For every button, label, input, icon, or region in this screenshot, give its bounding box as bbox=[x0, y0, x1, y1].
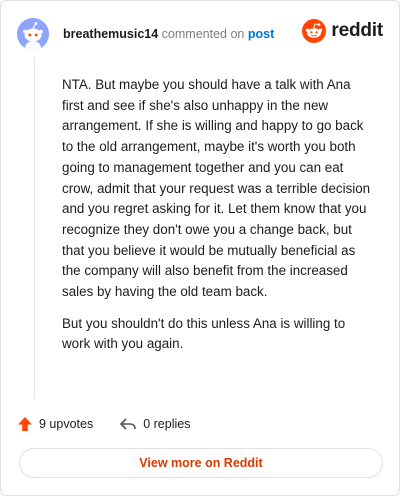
reddit-comment-embed: breathemusic14 commented on post reddit … bbox=[0, 0, 400, 496]
snoo-avatar-icon bbox=[17, 18, 49, 50]
thread-line bbox=[34, 57, 35, 399]
user-avatar[interactable] bbox=[17, 18, 49, 50]
reddit-brand[interactable]: reddit bbox=[302, 19, 383, 43]
upvote-button[interactable]: 9 upvotes bbox=[17, 416, 93, 432]
comment-header: breathemusic14 commented on post reddit bbox=[17, 17, 383, 51]
upvote-arrow-icon bbox=[18, 417, 32, 431]
reddit-wordmark: reddit bbox=[331, 20, 383, 41]
username-link[interactable]: breathemusic14 bbox=[63, 27, 158, 41]
view-more-button[interactable]: View more on Reddit bbox=[19, 448, 383, 478]
commented-on-text: commented on bbox=[161, 27, 245, 41]
post-link[interactable]: post bbox=[248, 27, 274, 41]
replies-button[interactable]: 0 replies bbox=[119, 416, 190, 432]
reddit-logo-icon bbox=[302, 19, 327, 43]
upvote-count: 9 upvotes bbox=[39, 417, 94, 431]
comment-paragraph: NTA. But maybe you should have a talk wi… bbox=[62, 77, 371, 300]
comment-body: NTA. But maybe you should have a talk wi… bbox=[62, 75, 372, 366]
comment-actions: 9 upvotes 0 replies bbox=[17, 412, 190, 436]
replies-count: 0 replies bbox=[143, 417, 191, 431]
comment-meta: breathemusic14 commented on post bbox=[63, 26, 274, 42]
comment-paragraph: But you shouldn't do this unless Ana is … bbox=[62, 315, 346, 352]
reply-arrow-icon bbox=[120, 418, 137, 430]
